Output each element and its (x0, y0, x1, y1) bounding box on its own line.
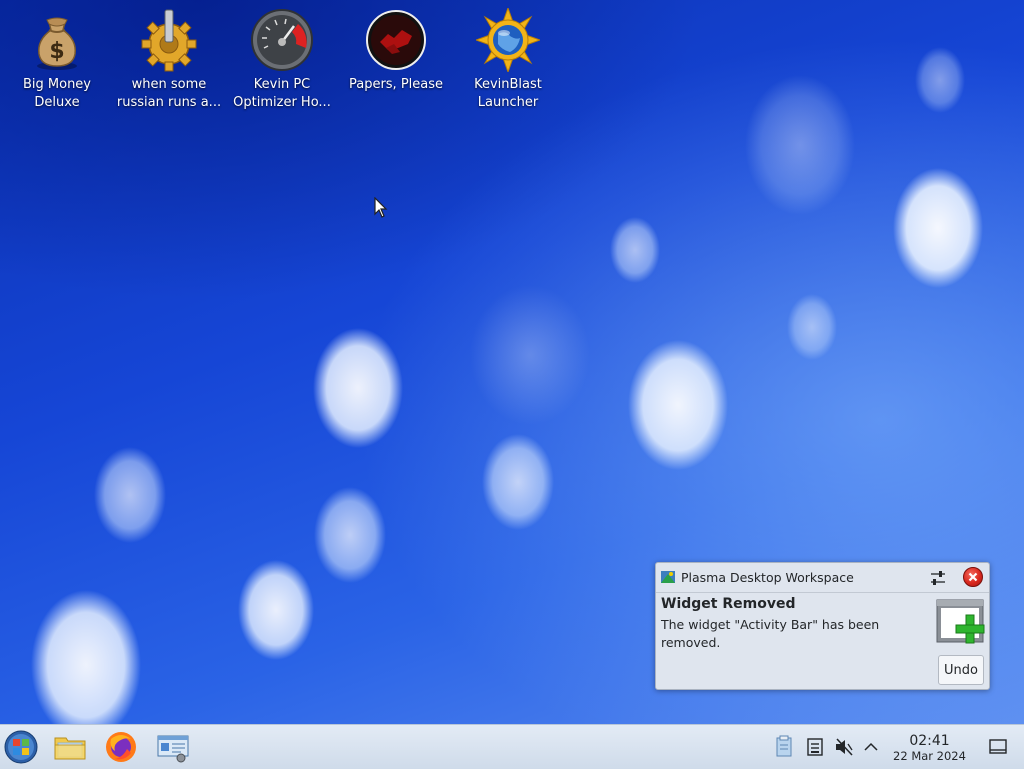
desktop-icon-russian[interactable]: when some russian runs a... (114, 6, 224, 112)
desktop-icon-label: Papers, Please (348, 77, 444, 92)
file-manager-icon[interactable] (52, 729, 88, 765)
taskbar-panel: 02:41 22 Mar 2024 (0, 724, 1024, 769)
desktop-icon-label: when some russian runs a... (116, 77, 222, 110)
svg-text:$: $ (49, 39, 64, 64)
papers-please-emblem-icon (364, 8, 428, 72)
notification-popup[interactable]: Plasma Desktop Workspace Widget Removed … (655, 562, 990, 690)
mouse-pointer-icon (374, 196, 388, 223)
clock-date[interactable]: 22 Mar 2024 (888, 749, 971, 763)
desktop-wallpaper[interactable]: $ Big Money Deluxe when some russian run… (0, 0, 1024, 724)
clipboard-icon[interactable] (774, 735, 794, 757)
notification-app-name: Plasma Desktop Workspace (681, 570, 854, 585)
desktop-icon-big-money-deluxe[interactable]: $ Big Money Deluxe (2, 6, 112, 112)
notification-title: Widget Removed (661, 596, 796, 612)
firefox-icon[interactable] (103, 729, 139, 765)
speedometer-icon (250, 8, 314, 72)
show-desktop-icon[interactable] (988, 737, 1008, 757)
storage-device-icon[interactable] (806, 737, 824, 757)
clock-time[interactable]: 02:41 (892, 733, 967, 749)
desktop-icon-label: Big Money Deluxe (22, 77, 91, 110)
system-settings-icon[interactable] (155, 729, 191, 765)
plasma-icon (661, 571, 675, 583)
desktop-icon-kevinblast-launcher[interactable]: KevinBlast Launcher (453, 6, 563, 112)
desktop-icon-kevin-pc-optimizer[interactable]: Kevin PC Optimizer Ho... (227, 6, 337, 112)
application-menu-icon[interactable] (3, 729, 39, 765)
money-bag-icon: $ (25, 8, 89, 72)
kevinblast-globe-icon (474, 6, 542, 74)
expand-tray-icon[interactable] (862, 739, 880, 755)
desktop-icon-papers-please[interactable]: Papers, Please (341, 6, 451, 94)
gear-icon (137, 8, 201, 72)
close-icon[interactable] (963, 567, 983, 587)
notification-body: The widget "Activity Bar" has been remov… (661, 617, 880, 650)
desktop-icon-label: Kevin PC Optimizer Ho... (233, 77, 331, 110)
notification-header: Plasma Desktop Workspace (656, 563, 989, 593)
configure-icon[interactable] (929, 569, 947, 587)
undo-button[interactable]: Undo (938, 655, 984, 685)
widget-add-icon (936, 599, 986, 647)
desktop-icon-label: KevinBlast Launcher (474, 77, 542, 110)
volume-muted-icon[interactable] (834, 737, 854, 757)
